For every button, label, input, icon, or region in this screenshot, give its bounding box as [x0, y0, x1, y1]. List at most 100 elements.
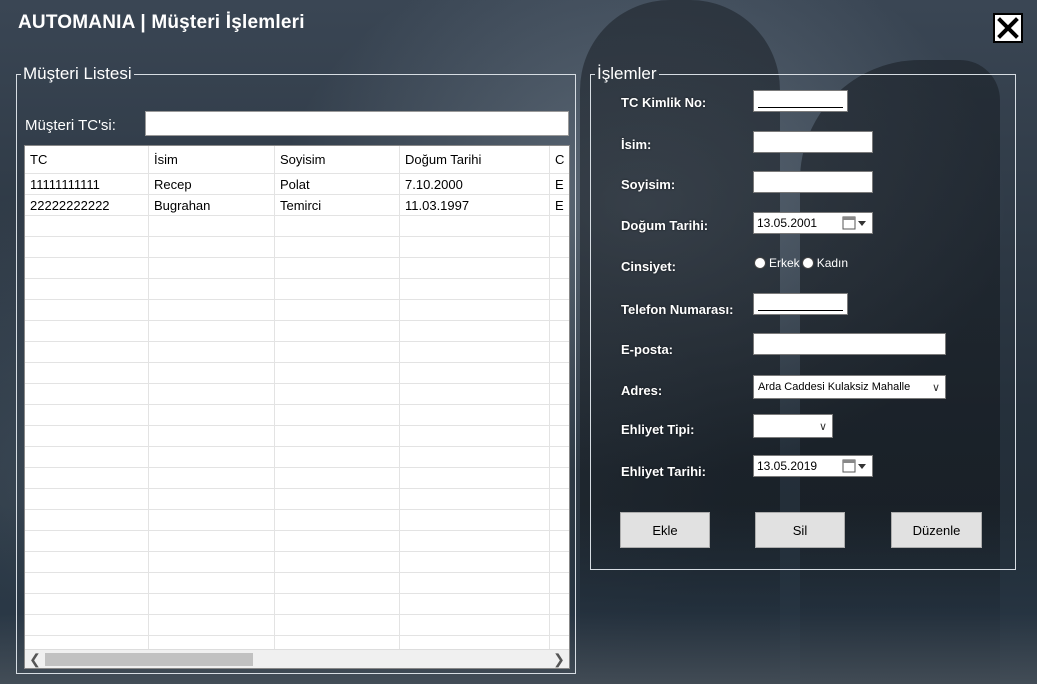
- empty-table-cell: [25, 489, 149, 509]
- empty-table-cell: [149, 321, 275, 341]
- tc-input[interactable]: [753, 90, 848, 112]
- column-header-isim[interactable]: İsim: [149, 146, 275, 173]
- calendar-icon: [842, 216, 866, 230]
- empty-table-cell: [550, 447, 569, 467]
- empty-table-cell: [25, 279, 149, 299]
- kadin-radio[interactable]: [801, 257, 814, 269]
- empty-table-cell: [149, 342, 275, 362]
- scroll-right-icon[interactable]: ❯: [551, 652, 567, 667]
- scroll-left-icon[interactable]: ❮: [27, 652, 43, 667]
- empty-table-row: [25, 237, 569, 258]
- empty-table-cell: [400, 531, 550, 551]
- empty-table-cell: [400, 468, 550, 488]
- scrollbar-thumb[interactable]: [45, 653, 253, 666]
- erkek-radio[interactable]: [754, 257, 766, 269]
- empty-table-row: [25, 426, 569, 447]
- empty-table-cell: [25, 300, 149, 320]
- table-cell[interactable]: Polat: [275, 174, 400, 194]
- empty-table-cell: [550, 279, 569, 299]
- empty-table-row: [25, 447, 569, 468]
- empty-table-cell: [400, 426, 550, 446]
- empty-table-cell: [149, 552, 275, 572]
- empty-table-cell: [550, 552, 569, 572]
- empty-table-cell: [400, 405, 550, 425]
- empty-table-cell: [25, 573, 149, 593]
- isim-label: İsim:: [621, 137, 652, 152]
- column-header-cinsiyet[interactable]: C: [550, 146, 569, 173]
- table-cell[interactable]: Bugrahan: [149, 195, 275, 215]
- empty-table-cell: [400, 384, 550, 404]
- empty-table-row: [25, 279, 569, 300]
- cinsiyet-label: Cinsiyet:: [621, 259, 676, 274]
- dogum-tarihi-picker[interactable]: 13.05.2001: [753, 212, 873, 234]
- empty-table-cell: [149, 384, 275, 404]
- empty-table-cell: [149, 363, 275, 383]
- close-button[interactable]: [993, 13, 1023, 43]
- empty-table-cell: [400, 552, 550, 572]
- empty-table-cell: [25, 405, 149, 425]
- empty-table-cell: [149, 594, 275, 614]
- kadin-radio-label[interactable]: Kadın: [817, 256, 848, 270]
- empty-table-row: [25, 258, 569, 279]
- chevron-down-icon: ∨: [931, 382, 940, 394]
- sil-button[interactable]: Sil: [755, 512, 845, 548]
- table-row[interactable]: 11111111111 Recep Polat 7.10.2000 E: [25, 174, 569, 195]
- horizontal-scrollbar[interactable]: ❮ ❯: [25, 649, 569, 668]
- calendar-icon: [842, 459, 866, 473]
- search-tc-input[interactable]: [145, 111, 569, 136]
- customer-grid[interactable]: TC İsim Soyisim Doğum Tarihi C 111111111…: [24, 145, 570, 669]
- adres-select[interactable]: Arda Caddesi Kulaksiz Mahalle ∨: [753, 375, 946, 399]
- empty-table-cell: [275, 279, 400, 299]
- isim-input[interactable]: [753, 131, 873, 153]
- erkek-radio-label[interactable]: Erkek: [769, 256, 800, 270]
- table-cell[interactable]: E: [550, 174, 569, 194]
- empty-table-cell: [550, 510, 569, 530]
- ehliyet-tipi-select[interactable]: ∨: [753, 414, 833, 438]
- empty-table-cell: [275, 510, 400, 530]
- soyisim-input[interactable]: [753, 171, 873, 193]
- eposta-input[interactable]: [753, 333, 946, 355]
- table-cell[interactable]: 11.03.1997: [400, 195, 550, 215]
- empty-table-cell: [400, 573, 550, 593]
- empty-table-row: [25, 342, 569, 363]
- cinsiyet-radio-group: Erkek Kadın: [754, 256, 850, 270]
- table-cell[interactable]: Recep: [149, 174, 275, 194]
- table-cell[interactable]: Temirci: [275, 195, 400, 215]
- ehliyet-tarihi-picker[interactable]: 13.05.2019: [753, 455, 873, 477]
- empty-table-cell: [400, 615, 550, 635]
- empty-table-row: [25, 615, 569, 636]
- column-header-tc[interactable]: TC: [25, 146, 149, 173]
- empty-table-cell: [550, 237, 569, 257]
- empty-table-cell: [25, 468, 149, 488]
- empty-table-cell: [275, 216, 400, 236]
- duzenle-button[interactable]: Düzenle: [891, 512, 982, 548]
- table-cell[interactable]: 7.10.2000: [400, 174, 550, 194]
- table-cell[interactable]: 22222222222: [25, 195, 149, 215]
- telefon-input[interactable]: [753, 293, 848, 315]
- ehliyet-tarihi-dropdown-button[interactable]: [842, 459, 868, 473]
- table-row[interactable]: 22222222222 Bugrahan Temirci 11.03.1997 …: [25, 195, 569, 216]
- empty-table-cell: [550, 615, 569, 635]
- table-cell[interactable]: 11111111111: [25, 174, 149, 194]
- empty-table-cell: [25, 426, 149, 446]
- eposta-label: E-posta:: [621, 342, 673, 357]
- close-icon: [997, 17, 1019, 39]
- empty-table-cell: [149, 489, 275, 509]
- tc-label: TC Kimlik No:: [621, 95, 707, 110]
- dogum-tarihi-dropdown-button[interactable]: [842, 216, 868, 230]
- empty-table-cell: [550, 531, 569, 551]
- empty-table-cell: [550, 216, 569, 236]
- ekle-button[interactable]: Ekle: [620, 512, 710, 548]
- column-header-dogum-tarihi[interactable]: Doğum Tarihi: [400, 146, 550, 173]
- table-cell[interactable]: E: [550, 195, 569, 215]
- empty-table-cell: [149, 237, 275, 257]
- empty-table-cell: [275, 342, 400, 362]
- empty-table-cell: [25, 384, 149, 404]
- telefon-label: Telefon Numarası:: [621, 302, 734, 317]
- empty-table-cell: [275, 447, 400, 467]
- empty-table-cell: [25, 321, 149, 341]
- empty-table-cell: [149, 573, 275, 593]
- empty-table-cell: [275, 237, 400, 257]
- column-header-soyisim[interactable]: Soyisim: [275, 146, 400, 173]
- empty-table-cell: [550, 405, 569, 425]
